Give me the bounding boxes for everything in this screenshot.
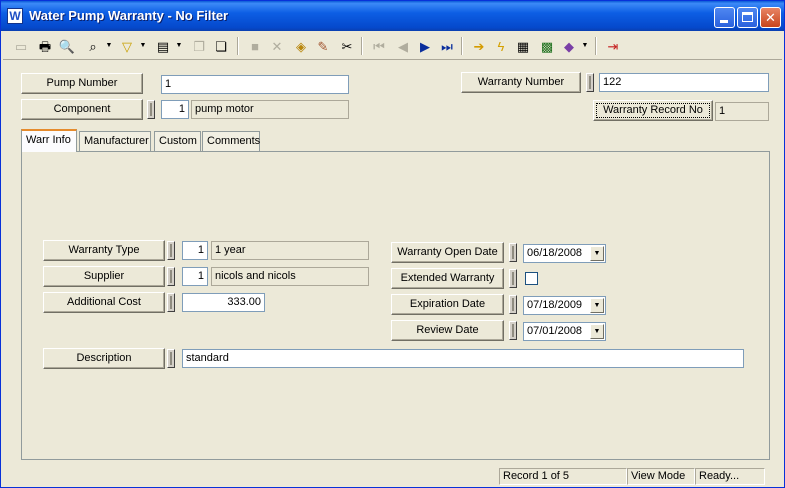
tab-custom[interactable]: Custom [154,131,201,151]
form-view-icon[interactable]: ▦ [513,36,533,56]
warranty-open-date-handle[interactable] [509,243,517,262]
last-record-icon[interactable]: ⏭ [437,36,457,56]
tab-warr-info[interactable]: Warr Info [21,129,77,152]
supplier-code-field[interactable]: 1 [182,267,208,286]
library-icon[interactable]: ◆ [559,36,579,56]
description-button[interactable]: Description [43,348,165,369]
previous-record-icon[interactable]: ◀ [393,36,413,56]
tab-comments[interactable]: Comments [202,131,260,151]
expiration-date-value: 07/18/2009 [527,299,583,311]
additional-cost-button[interactable]: Additional Cost [43,292,165,313]
next-record-icon[interactable]: ▶ [415,36,435,56]
chevron-down-icon[interactable]: ▼ [590,246,604,261]
warranty-number-button[interactable]: Warranty Number [461,72,581,93]
warranty-type-code-field[interactable]: 1 [182,241,208,260]
app-window: W Water Pump Warranty - No Filter ✕ ▭ 🖶 … [0,0,785,488]
warranty-open-date-field[interactable]: 06/18/2008 ▼ [523,244,606,263]
maximize-icon [742,12,753,22]
expiration-date-field[interactable]: 07/18/2009 ▼ [523,296,606,315]
toolbar: ▭ 🖶 🔍 ⌕ ▼ ▽ ▼ ▤ ▼ ❐ ❏ ■ ✕ ◈ ✎ ✂ ⏮ ◀ ▶ ⏭ … [3,32,782,60]
extended-warranty-checkbox[interactable] [525,272,538,285]
window-title: Water Pump Warranty - No Filter [29,8,229,23]
close-button[interactable]: ✕ [760,7,781,28]
warranty-record-no-field: 1 [715,102,769,121]
new-icon[interactable]: ▭ [11,36,31,56]
component-lookup-handle[interactable] [147,100,155,119]
minimize-icon [720,20,728,23]
record-position-status: Record 1 of 5 [499,468,627,485]
extended-warranty-handle[interactable] [509,269,517,288]
description-field[interactable]: standard [182,349,744,368]
warranty-open-date-button[interactable]: Warranty Open Date [391,242,504,263]
find-icon[interactable]: ⌕ [83,36,103,56]
edit-icon[interactable]: ✎ [313,36,333,56]
app-icon: W [7,8,23,24]
paste-record-icon[interactable]: ❏ [211,36,231,56]
status-bar: Record 1 of 5 View Mode Ready... [3,466,782,486]
filter-icon[interactable]: ▽ [117,36,137,56]
review-date-field[interactable]: 07/01/2008 ▼ [523,322,606,341]
title-bar[interactable]: W Water Pump Warranty - No Filter ✕ [1,1,784,31]
copy-record-icon[interactable]: ❐ [189,36,209,56]
run-icon[interactable]: ϟ [491,36,511,56]
warranty-type-name-field: 1 year [211,241,369,260]
toolbar-separator [595,37,597,55]
review-date-button[interactable]: Review Date [391,320,504,341]
mode-status: View Mode [627,468,695,485]
additional-cost-handle[interactable] [167,293,175,312]
exit-icon[interactable]: ⇥ [603,36,623,56]
warranty-number-field[interactable]: 122 [599,73,769,92]
component-button[interactable]: Component [21,99,143,120]
minimize-button[interactable] [714,7,735,28]
supplier-name-field: nicols and nicols [211,267,369,286]
grid-view-icon[interactable]: ▩ [537,36,557,56]
report-dropdown-icon[interactable]: ▼ [175,41,183,51]
maximize-button[interactable] [737,7,758,28]
supplier-button[interactable]: Supplier [43,266,165,287]
filter-dropdown-icon[interactable]: ▼ [139,41,147,51]
toolbar-separator [361,37,363,55]
warranty-number-lookup-handle[interactable] [586,73,594,92]
goto-icon[interactable]: ➔ [469,36,489,56]
additional-cost-field[interactable]: 333.00 [182,293,265,312]
supplier-lookup-handle[interactable] [167,267,175,286]
print-preview-icon[interactable]: 🔍 [57,36,77,56]
toolbar-separator [237,37,239,55]
warranty-type-button[interactable]: Warranty Type [43,240,165,261]
warranty-record-no-button[interactable]: Warranty Record No [593,100,713,121]
pump-number-button[interactable]: Pump Number [21,73,143,94]
warranty-type-lookup-handle[interactable] [167,241,175,260]
review-date-handle[interactable] [509,321,517,340]
report-icon[interactable]: ▤ [153,36,173,56]
warranty-open-date-value: 06/18/2008 [527,247,583,259]
pump-number-field[interactable]: 1 [161,75,349,94]
review-date-value: 07/01/2008 [527,325,583,337]
ready-status: Ready... [695,468,765,485]
delete-icon[interactable]: ✕ [267,36,287,56]
cut-icon[interactable]: ✂ [337,36,357,56]
expiration-date-handle[interactable] [509,295,517,314]
chevron-down-icon[interactable]: ▼ [590,324,604,339]
expiration-date-button[interactable]: Expiration Date [391,294,504,315]
tab-manufacturer[interactable]: Manufacturer [79,131,151,151]
print-icon[interactable]: 🖶 [35,36,55,56]
toolbar-separator [461,37,463,55]
component-code-field[interactable]: 1 [161,100,189,119]
first-record-icon[interactable]: ⏮ [369,36,389,56]
save-icon[interactable]: ■ [245,36,265,56]
close-icon: ✕ [765,10,776,25]
component-name-field: pump motor [191,100,349,119]
library-dropdown-icon[interactable]: ▼ [581,41,589,51]
attach-icon[interactable]: ◈ [291,36,311,56]
extended-warranty-button[interactable]: Extended Warranty [391,268,504,289]
find-dropdown-icon[interactable]: ▼ [105,41,113,51]
description-handle[interactable] [167,349,175,368]
chevron-down-icon[interactable]: ▼ [590,298,604,313]
